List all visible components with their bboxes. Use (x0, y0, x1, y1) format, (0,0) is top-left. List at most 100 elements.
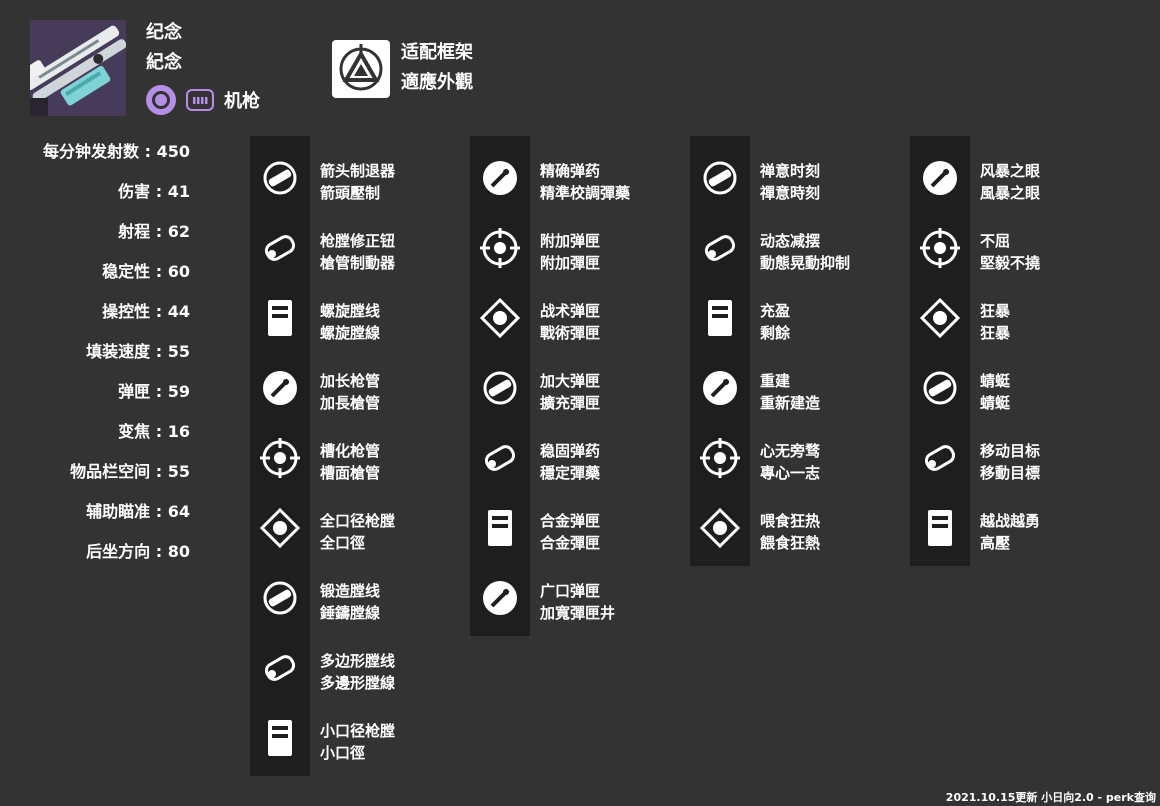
alloy-magazine-icon (478, 506, 522, 550)
perk-item[interactable]: 加大弹匣 擴充彈匣 (470, 346, 680, 416)
stat-label: 伤害 (118, 182, 151, 201)
perk-name-traditional: 高壓 (980, 534, 1011, 552)
perk-name-traditional: 剩餘 (760, 324, 791, 342)
stat-row: 辅助瞄准 : 64 (86, 498, 190, 522)
perk-name-traditional: 戰術彈匣 (540, 324, 601, 342)
perk-name-simplified: 移动目标 (980, 442, 1041, 460)
perk-item[interactable]: 小口径枪膛 小口徑 (250, 696, 460, 766)
perk-name-simplified: 合金弹匣 (540, 512, 601, 530)
perk-item[interactable]: 动态减摆動態晃動抑制 (690, 206, 900, 276)
perk-item[interactable]: 越战越勇 高壓 (910, 486, 1120, 556)
stat-label: 辅助瞄准 (86, 502, 151, 521)
stat-row: 填装速度 : 55 (86, 338, 190, 362)
perk-item[interactable]: 多边形膛线多邊形膛線 (250, 626, 460, 696)
perk-name-traditional: 禪意時刻 (760, 184, 821, 202)
eye-of-the-storm-icon (918, 156, 962, 200)
stat-value: 450 (156, 142, 190, 161)
perk-item[interactable]: 槽化枪管 槽面槍管 (250, 416, 460, 486)
stat-row: 变焦 : 16 (118, 418, 190, 442)
stat-value: 16 (167, 422, 190, 441)
stat-row: 后坐方向 : 80 (86, 538, 190, 562)
stat-label: 射程 (118, 222, 151, 241)
perk-name-simplified: 小口径枪膛 (320, 722, 396, 740)
perk-name-traditional: 附加彈匣 (540, 254, 601, 272)
perk-item[interactable]: 充盈 剩餘 (690, 276, 900, 346)
perk-item[interactable]: 锻造膛线 錘鑄膛線 (250, 556, 460, 626)
stat-value: 59 (167, 382, 190, 401)
perk-name-simplified: 精确弹药 (540, 162, 601, 180)
perk-name-traditional: 餵食狂熱 (760, 534, 821, 552)
perk-item[interactable]: 稳固弹药 穩定彈藥 (470, 416, 680, 486)
perk-item[interactable]: 合金弹匣 合金彈匣 (470, 486, 680, 556)
perk-name-traditional: 加寬彈匣井 (540, 604, 616, 622)
perk-item[interactable]: 重建 重新建造 (690, 346, 900, 416)
perk-item[interactable]: 附加弹匣 附加彈匣 (470, 206, 680, 276)
moving-target-icon (918, 436, 962, 480)
perk-name-simplified: 箭头制退器 (320, 162, 396, 180)
perk-item[interactable]: 心无旁骛 專心一志 (690, 416, 900, 486)
rewind-rounds-icon (698, 366, 742, 410)
perk-name-simplified: 禅意时刻 (760, 162, 821, 180)
stat-separator: : (150, 542, 168, 561)
stat-row: 物品栏空间 : 55 (70, 458, 190, 482)
small-bore-icon (258, 716, 302, 760)
perk-item[interactable]: 箭头制退器 箭頭壓制 (250, 136, 460, 206)
perk-item[interactable]: 全口径枪膛 全口徑 (250, 486, 460, 556)
perk-name-simplified: 枪膛修正钮 (320, 232, 396, 250)
perk-name-traditional: 移動目標 (980, 464, 1041, 482)
appended-mag-icon (478, 226, 522, 270)
perk-item[interactable]: 战术弹匣 戰術彈匣 (470, 276, 680, 346)
frame-name-traditional: 適應外觀 (401, 72, 473, 93)
perk-name-simplified: 槽化枪管 (320, 442, 381, 460)
eye-of-the-storm-focus-icon (698, 436, 742, 480)
stat-row: 弹匣 : 59 (118, 378, 190, 402)
perk-item[interactable]: 螺旋膛线 螺旋膛線 (250, 276, 460, 346)
perk-item[interactable]: 禅意时刻 禪意時刻 (690, 136, 900, 206)
perk-name-simplified: 多边形膛线 (320, 652, 396, 670)
perk-name-traditional: 堅毅不撓 (980, 254, 1041, 272)
stat-separator: : (150, 502, 168, 521)
perk-item[interactable]: 狂暴 狂暴 (910, 276, 1120, 346)
weapon-name-traditional: 紀念 (146, 52, 182, 73)
weapon-type-row: 机枪 (146, 85, 260, 115)
under-pressure-icon (918, 506, 962, 550)
perk-item[interactable]: 风暴之眼 風暴之眼 (910, 136, 1120, 206)
hammer-forged-compensator-icon (258, 226, 302, 270)
heavy-ammo-icon (146, 85, 176, 115)
stat-separator: : (150, 422, 168, 441)
perk-name-traditional: 風暴之眼 (980, 184, 1041, 202)
perk-name-traditional: 多邊形膛線 (320, 674, 396, 692)
stat-separator: : (150, 382, 168, 401)
stat-label: 填装速度 (86, 342, 151, 361)
perk-name-simplified: 加长枪管 (320, 372, 381, 390)
stat-row: 射程 : 62 (118, 218, 190, 242)
corkscrew-rifling-icon (258, 296, 302, 340)
stat-label: 变焦 (118, 422, 151, 441)
perk-name-traditional: 重新建造 (760, 394, 821, 412)
stat-label: 物品栏空间 (70, 462, 151, 481)
perk-name-simplified: 充盈 (760, 302, 791, 320)
perk-name-simplified: 不屈 (980, 232, 1011, 250)
perk-item[interactable]: 加长枪管 加長槍管 (250, 346, 460, 416)
perk-item[interactable]: 精确弹药精準校調彈藥 (470, 136, 680, 206)
perk-item[interactable]: 喂食狂热 餵食狂熱 (690, 486, 900, 556)
perk-name-simplified: 动态减摆 (760, 232, 821, 250)
rampage-icon (918, 296, 962, 340)
perk-name-traditional: 全口徑 (320, 534, 366, 552)
stat-label: 后坐方向 (86, 542, 151, 561)
stat-value: 55 (167, 342, 190, 361)
perk-name-simplified: 广口弹匣 (540, 582, 601, 600)
perk-name-traditional: 精準校調彈藥 (540, 184, 631, 202)
weapon-type-label: 机枪 (224, 91, 260, 112)
perk-item[interactable]: 枪膛修正钮 槍管制動器 (250, 206, 460, 276)
stat-label: 弹匣 (118, 382, 151, 401)
perk-item[interactable]: 蜻蜓 蜻蜓 (910, 346, 1120, 416)
perk-name-traditional: 錘鑄膛線 (320, 604, 381, 622)
perk-name-simplified: 全口径枪膛 (320, 512, 396, 530)
perk-item[interactable]: 不屈 堅毅不撓 (910, 206, 1120, 276)
perk-item[interactable]: 移动目标 移動目標 (910, 416, 1120, 486)
perk-name-traditional: 動態晃動抑制 (760, 254, 851, 272)
perk-item[interactable]: 广口弹匣 加寬彈匣井 (470, 556, 680, 626)
stat-value: 64 (167, 502, 190, 521)
stat-separator: : (150, 182, 168, 201)
